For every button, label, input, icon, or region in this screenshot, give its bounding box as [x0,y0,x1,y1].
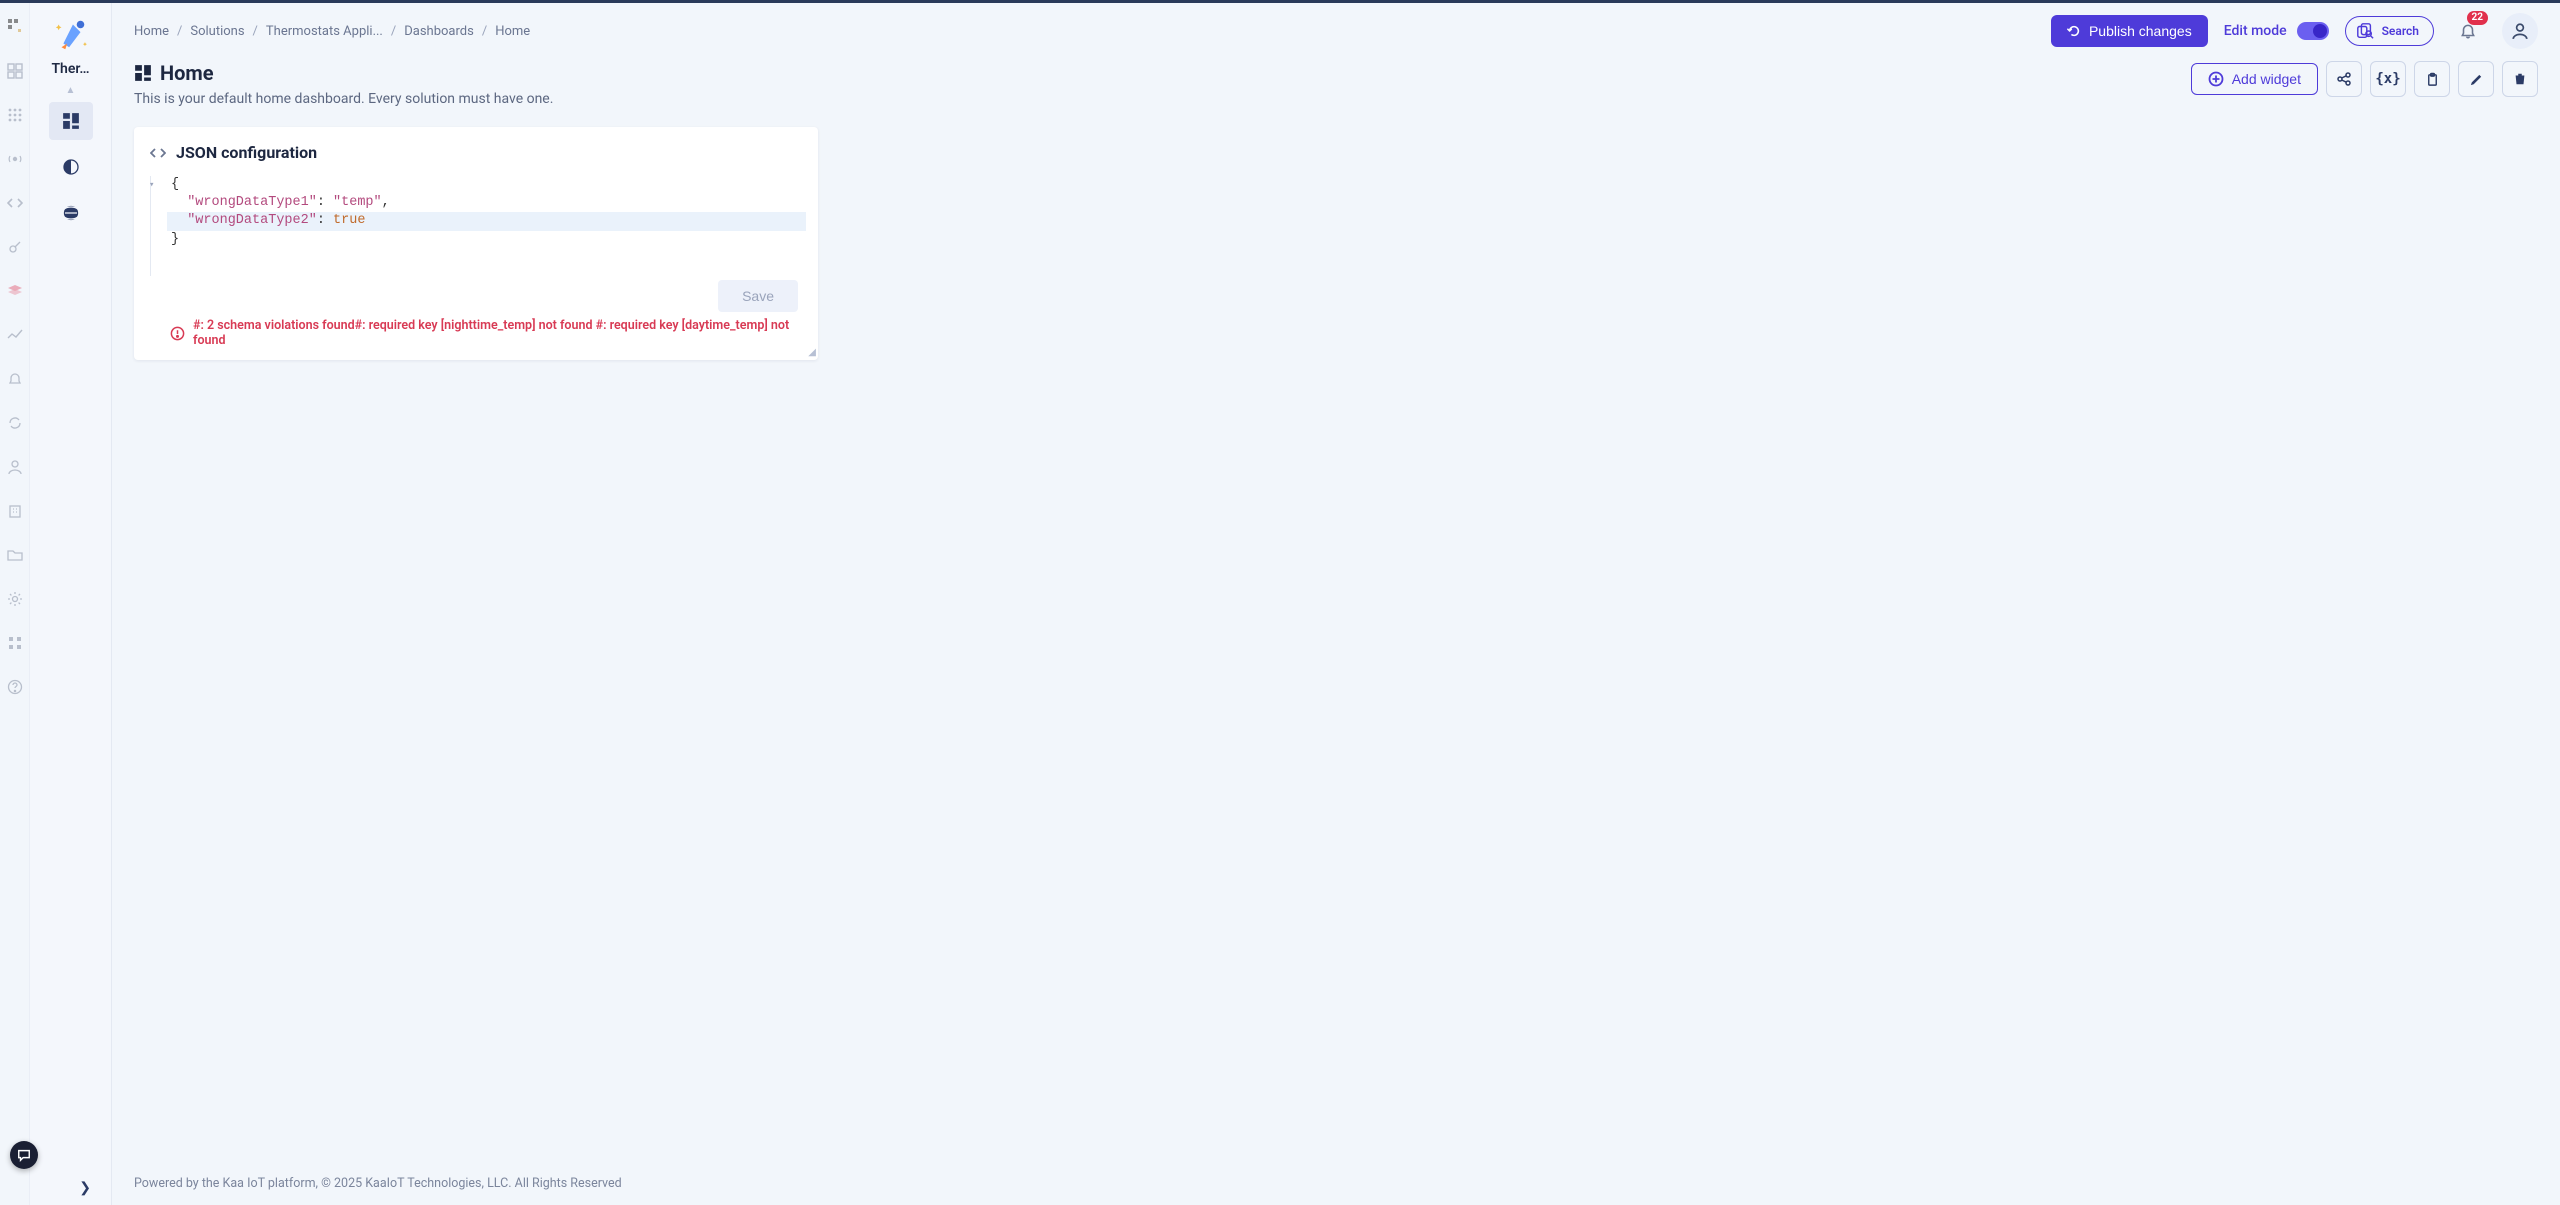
code-text: : [317,195,333,210]
error-text: #: 2 schema violations found#: required … [193,318,798,348]
save-button[interactable]: Save [718,280,798,312]
sidebar-item-dashboards[interactable] [49,102,93,140]
code-text: true [333,213,365,228]
footer-text: Powered by the Kaa IoT platform, © 2025 … [112,1164,2560,1205]
widget-title: JSON configuration [176,143,317,162]
publish-changes-button[interactable]: Publish changes [2051,15,2208,47]
nav-building-icon[interactable] [7,503,23,519]
user-icon [2511,22,2529,40]
json-editor[interactable]: ▾ { "wrongDataType1": "temp", "wrongData… [150,176,806,276]
undo-icon [2067,24,2081,38]
search-label: Search [2382,24,2419,38]
search-duplicate-icon [2356,22,2374,40]
expand-sidebar-button[interactable]: ❯ [30,1171,111,1205]
plus-circle-icon [2208,71,2224,87]
dashboard-icon [134,64,152,82]
add-widget-label: Add widget [2232,71,2301,87]
title-row: Home This is your default home dashboard… [112,57,2560,113]
app-logo-icon[interactable] [6,17,24,35]
braces-icon: {x} [2375,71,2400,87]
publish-label: Publish changes [2089,23,2192,39]
page-title: Home [134,61,553,85]
code-text: { [171,177,179,192]
code-icon [150,145,166,161]
page-header: Home / Solutions / Thermostats Appli... / D… [112,3,2560,57]
pencil-icon [2469,72,2484,87]
search-button[interactable]: Search [2345,16,2434,46]
nav-user-icon[interactable] [7,459,23,475]
solution-logo-icon [52,15,90,53]
code-text: "wrongDataType2" [187,213,317,228]
breadcrumb-sep: / [253,24,258,39]
breadcrumb-current: Home [495,24,530,39]
error-icon [170,326,185,341]
nav-layers-icon[interactable] [7,283,23,299]
breadcrumb-sep: / [482,24,487,39]
edit-button[interactable] [2458,61,2494,97]
breadcrumb-sep: / [391,24,396,39]
nav-code-icon[interactable] [7,195,23,211]
nav-trend-icon[interactable] [7,327,23,343]
nav-help-icon[interactable] [7,679,23,695]
breadcrumb-link[interactable]: Dashboards [404,24,474,39]
share-button[interactable] [2326,61,2362,97]
nav-bell-icon[interactable] [7,371,23,387]
nav-folder-icon[interactable] [7,547,23,563]
page-subtitle: This is your default home dashboard. Eve… [134,91,553,107]
breadcrumb-link[interactable]: Solutions [190,24,244,39]
clipboard-icon [2425,72,2440,87]
nav-settings-icon[interactable] [7,591,23,607]
nav-paint-icon[interactable] [7,239,23,255]
solution-nav-rail: Ther… ▲ ❯ [30,3,112,1205]
profile-button[interactable] [2502,13,2538,49]
resize-handle-icon[interactable]: ◢ [808,347,816,358]
global-nav-rail [0,3,30,1205]
json-configuration-widget: JSON configuration ▾ { "wrongDataType1":… [134,127,818,360]
add-widget-button[interactable]: Add widget [2191,63,2318,95]
notification-badge: 22 [2467,11,2488,25]
sidebar-item-theme[interactable] [49,148,93,186]
delete-button[interactable] [2502,61,2538,97]
trash-icon [2513,72,2527,86]
edit-mode-toggle-group: Edit mode [2224,22,2329,40]
breadcrumb-link[interactable]: Home [134,24,169,39]
code-text: "wrongDataType1" [187,195,317,210]
breadcrumb-link[interactable]: Thermostats Appli... [266,24,383,39]
nav-dashboard-icon[interactable] [7,63,23,79]
solution-name: Ther… [51,61,89,77]
sidebar-item-public[interactable] [49,194,93,232]
share-icon [2336,71,2352,87]
collapse-up-icon[interactable]: ▲ [66,85,76,96]
clipboard-button[interactable] [2414,61,2450,97]
nav-apps-icon[interactable] [7,635,23,651]
code-text: } [171,232,179,247]
breadcrumb-sep: / [177,24,182,39]
page-title-text: Home [160,61,214,85]
chat-support-button[interactable] [10,1141,38,1169]
nav-grid-icon[interactable] [7,107,23,123]
variables-button[interactable]: {x} [2370,61,2406,97]
nav-sync-icon[interactable] [7,415,23,431]
code-text: : [317,213,333,228]
fold-caret-icon[interactable]: ▾ [149,179,154,191]
code-text: , [382,195,390,210]
code-text: "temp" [333,195,382,210]
validation-error: #: 2 schema violations found#: required … [146,314,806,356]
notifications-button[interactable]: 22 [2450,13,2486,49]
breadcrumb: Home / Solutions / Thermostats Appli... / D… [134,24,530,39]
edit-mode-toggle[interactable] [2297,22,2329,40]
nav-broadcast-icon[interactable] [7,151,23,167]
edit-mode-label: Edit mode [2224,23,2287,39]
chat-icon [17,1148,31,1162]
